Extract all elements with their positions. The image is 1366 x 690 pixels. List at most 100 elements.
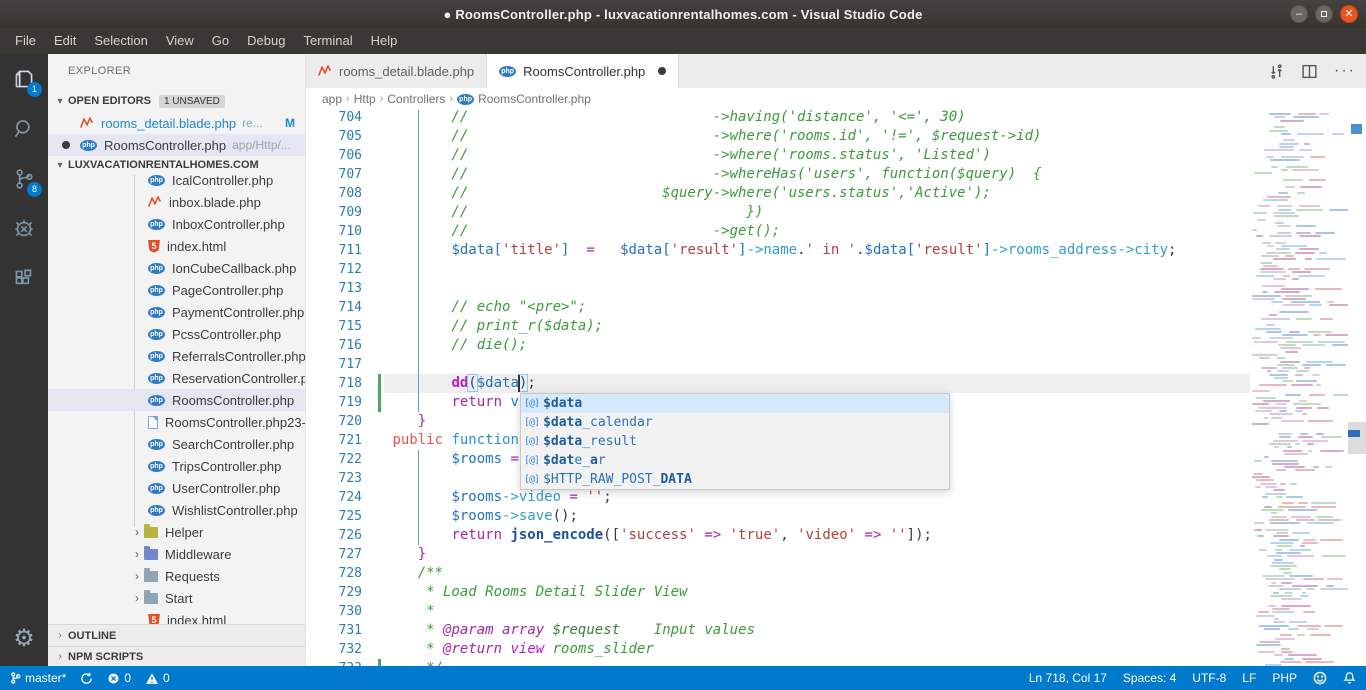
split-editor-icon[interactable] [1301,63,1318,80]
suggest-item[interactable]: [@]$HTTP_RAW_POST_DATA [521,470,949,489]
sync-button[interactable] [80,672,93,685]
code-line-708[interactable]: // $query->where('users.status','Active'… [384,184,991,203]
code-line-711[interactable]: $data['title'] = $data['result']->name.'… [384,241,1176,260]
code-line-726[interactable]: return json_encode(['success' => 'true',… [384,526,932,545]
code-line-731[interactable]: * @param array $request Input values [384,621,755,640]
code-line-715[interactable]: // print_r($data); [384,317,603,336]
open-editor-item[interactable]: phpRoomsController.phpapp/Http/... [48,134,305,156]
menu-view[interactable]: View [157,28,203,54]
outline-section-header[interactable]: › OUTLINE [48,624,305,646]
code-line-710[interactable]: // ->get(); [384,222,780,241]
compare-changes-icon[interactable] [1268,63,1285,80]
tree-item-pcsscontroller-php[interactable]: phpPcssController.php [48,323,305,345]
cursor-position-indicator[interactable]: Ln 718, Col 17 [1029,671,1107,685]
code-line-706[interactable]: // ->where('rooms.status', 'Listed') [384,146,991,165]
errors-item[interactable]: 0 [107,671,131,685]
code-line-714[interactable]: // echo "<pre>"; [384,298,586,317]
suggest-item[interactable]: [@]$date_ar [521,451,949,470]
code-line-733[interactable]: */ [384,659,443,667]
menu-go[interactable]: Go [203,28,238,54]
scrollbar-thumb[interactable] [1348,422,1366,454]
source-control-activity-button[interactable]: 8 [0,154,48,204]
code-line-730[interactable]: * [384,602,435,621]
debug-activity-button[interactable] [0,204,48,254]
code-line-709[interactable]: // }) [384,203,763,222]
tree-item-tripscontroller-php[interactable]: phpTripsController.php [48,455,305,477]
minimap[interactable] [1250,110,1348,666]
tree-item-searchcontroller-php[interactable]: phpSearchController.php [48,433,305,455]
project-header[interactable]: ▾ LUXVACATIONRENTALHOMES.COM [48,154,305,176]
code-line-720[interactable]: } [384,412,426,431]
git-branch-item[interactable]: master* [10,671,66,685]
code-token: dd [451,375,468,391]
tree-item-roomscontroller-php[interactable]: phpRoomsController.php [48,389,305,411]
search-activity-button[interactable] [0,104,48,154]
code-line-724[interactable]: $rooms->video = ''; [384,488,612,507]
eol-indicator[interactable]: LF [1242,671,1256,685]
code-line-718[interactable]: dd($data); [384,374,536,393]
extensions-activity-button[interactable] [0,254,48,304]
tree-item-roomscontroller-php23-12---[interactable]: RoomsController.php23-12... [48,411,305,433]
code-line-716[interactable]: // die(); [384,336,527,355]
suggest-item[interactable]: [@]$data_result [521,432,949,451]
more-actions-icon[interactable]: ··· [1334,66,1356,76]
code-content[interactable]: // ->having('distance', '<=', 30) // ->w… [384,110,1250,666]
tree-item-requests[interactable]: ›Requests [48,565,305,587]
feedback-smiley-icon[interactable] [1313,671,1327,685]
breadcrumb-item[interactable]: app [322,92,342,106]
tree-item-referralscontroller-php[interactable]: phpReferralsController.php [48,345,305,367]
menu-selection[interactable]: Selection [85,28,156,54]
menu-terminal[interactable]: Terminal [294,28,361,54]
tree-item-ioncubecallback-php[interactable]: phpIonCubeCallback.php [48,257,305,279]
suggest-item[interactable]: [@]$data [521,394,949,413]
code-line-722[interactable]: $rooms = [384,450,527,469]
tab-rooms-detail-blade-php[interactable]: rooms_detail.blade.php [306,54,487,88]
indentation-indicator[interactable]: Spaces: 4 [1123,671,1176,685]
menu-help[interactable]: Help [362,28,407,54]
warnings-item[interactable]: 0 [145,671,170,685]
tree-item-helper[interactable]: ›Helper [48,521,305,543]
tree-item-start[interactable]: ›Start [48,587,305,609]
tree-item-inboxcontroller-php[interactable]: phpInboxController.php [48,213,305,235]
code-line-732[interactable]: * @return view rooms_slider [384,640,654,659]
tree-item-reservationcontroller-php[interactable]: phpReservationController.php [48,367,305,389]
tree-item-usercontroller-php[interactable]: phpUserController.php [48,477,305,499]
tab-roomscontroller-php[interactable]: phpRoomsController.php [487,54,679,88]
breadcrumb-item[interactable]: Controllers [387,92,445,106]
maximize-button[interactable] [1315,5,1333,23]
breadcrumb-item[interactable]: RoomsController.php [478,92,591,106]
code-line-725[interactable]: $rooms->save(); [384,507,578,526]
code-line-729[interactable]: * Load Rooms Detail Slider View [384,583,687,602]
settings-gear-icon[interactable]: ⚙ [0,618,48,658]
language-mode-indicator[interactable]: PHP [1272,671,1297,685]
code-line-719[interactable]: return v [384,393,519,412]
tree-item-icalcontroller-php[interactable]: phpIcalController.php [48,175,305,191]
tree-item-index-html[interactable]: 5index.html [48,235,305,257]
code-line-704[interactable]: // ->having('distance', '<=', 30) [384,110,966,127]
notifications-bell-icon[interactable] [1343,671,1356,685]
menu-file[interactable]: File [6,28,45,54]
npm-scripts-section-header[interactable]: › NPM SCRIPTS [48,646,305,666]
code-line-721[interactable]: public function [384,431,519,450]
minimize-button[interactable]: – [1290,5,1308,23]
tree-item-middleware[interactable]: ›Middleware [48,543,305,565]
suggest-item[interactable]: [@]$data_calendar [521,413,949,432]
overview-ruler[interactable] [1348,110,1366,666]
menu-edit[interactable]: Edit [45,28,85,54]
code-line-728[interactable]: /** [384,564,443,583]
tree-item-index-html[interactable]: 5index.html [48,609,305,624]
menu-debug[interactable]: Debug [238,28,294,54]
open-editors-header[interactable]: ▾ OPEN EDITORS 1 UNSAVED [48,90,305,112]
tree-item-pagecontroller-php[interactable]: phpPageController.php [48,279,305,301]
open-editor-item[interactable]: rooms_detail.blade.phpre...M [48,112,305,134]
code-line-707[interactable]: // ->whereHas('users', function($query) … [384,165,1041,184]
tree-item-wishlistcontroller-php[interactable]: phpWishlistController.php [48,499,305,521]
explorer-activity-button[interactable]: 1 [0,54,48,104]
tree-item-paymentcontroller-php[interactable]: phpPaymentController.php [48,301,305,323]
encoding-indicator[interactable]: UTF-8 [1192,671,1226,685]
close-button[interactable]: ✕ [1340,5,1358,23]
breadcrumb-item[interactable]: Http [354,92,376,106]
code-line-705[interactable]: // ->where('rooms.id', '!=', $request->i… [384,127,1041,146]
tree-item-inbox-blade-php[interactable]: inbox.blade.php [48,191,305,213]
code-line-727[interactable]: } [384,545,426,564]
